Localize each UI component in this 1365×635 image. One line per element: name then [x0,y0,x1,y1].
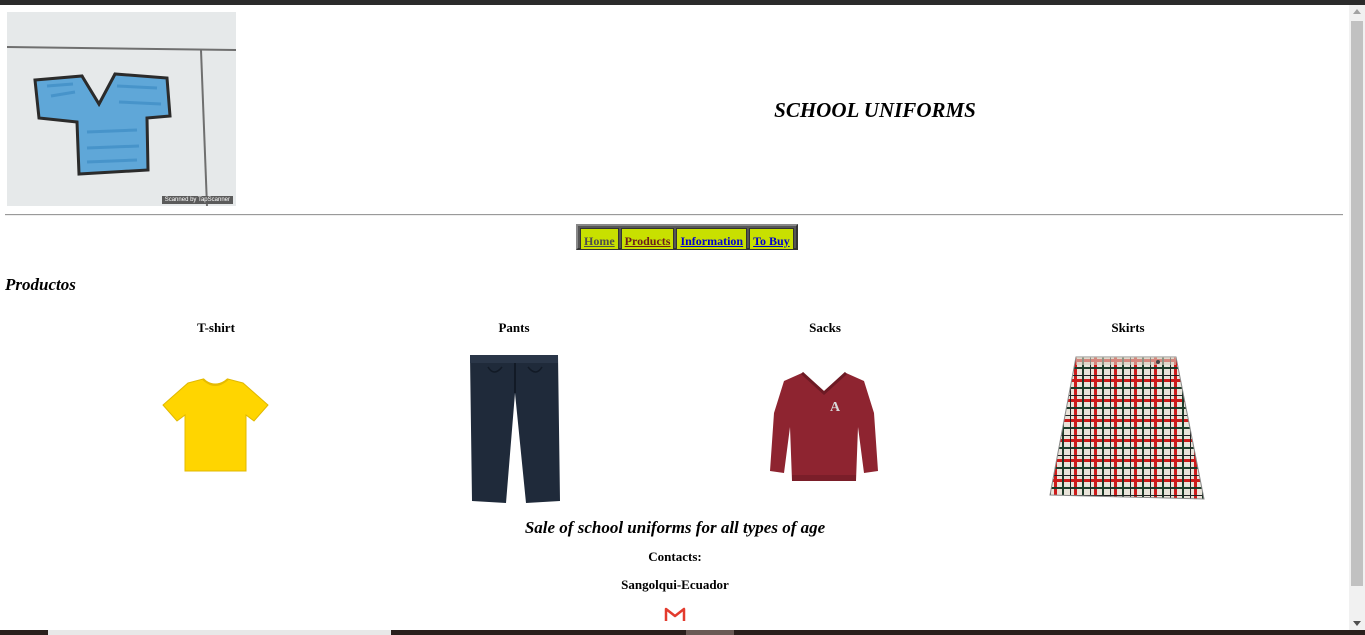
scroll-down-arrow-icon[interactable] [1353,621,1361,626]
logo-caption: Scanned by TapScanner [161,196,233,204]
logo-image: Scanned by TapScanner [7,12,236,206]
tagline: Sale of school uniforms for all types of… [524,518,826,537]
taskbar-strip [0,630,1365,635]
skirt-image [1048,353,1208,510]
product-name-sacks: Sacks [809,320,841,335]
product-name-pants: Pants [498,320,530,335]
gmail-icon[interactable] [664,606,686,627]
nav-link-information[interactable]: Information [680,234,743,249]
vertical-scrollbar[interactable] [1349,5,1365,630]
page-title: SCHOOL UNIFORMS [774,98,976,122]
taskbar-segment [686,630,734,635]
contacts-label: Contacts: [648,549,702,564]
tshirt-image [158,375,273,480]
web-page: Scanned by TapScanner SCHOOL UNIFORMS Ho… [0,5,1349,630]
pants-image [468,353,563,510]
main-nav: Home Products Information To Buy [576,224,798,250]
product-name-tshirt: T-shirt [197,320,235,335]
nav-link-home[interactable]: Home [584,234,615,249]
sweater-image: A [742,353,908,510]
svg-text:A: A [830,400,841,415]
location-text: Sangolqui-Ecuador [621,577,729,592]
nav-link-to-buy[interactable]: To Buy [753,234,790,249]
scroll-up-arrow-icon[interactable] [1353,9,1361,14]
product-name-skirts: Skirts [1111,320,1145,335]
nav-item-information[interactable]: Information [676,228,748,250]
section-heading: Productos [5,275,76,294]
taskbar-search-area[interactable] [48,630,391,635]
nav-item-products[interactable]: Products [620,228,675,250]
nav-link-products[interactable]: Products [625,234,671,249]
nav-item-home[interactable]: Home [580,228,619,250]
horizontal-divider [5,214,1343,216]
scrollbar-thumb[interactable] [1351,21,1363,586]
nav-item-to-buy[interactable]: To Buy [749,228,794,250]
